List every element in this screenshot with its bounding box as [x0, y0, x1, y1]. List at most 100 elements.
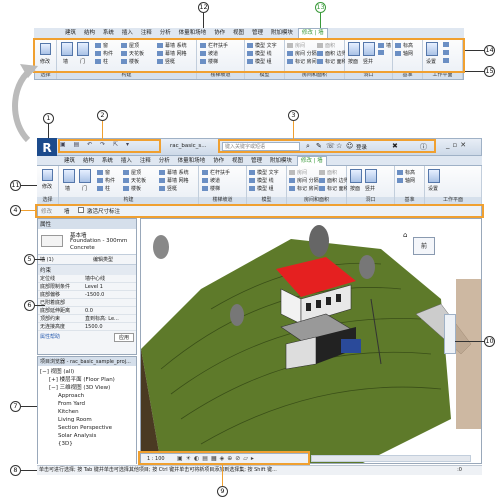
main-set-icon[interactable] — [428, 169, 440, 183]
tab-modify-wall[interactable]: 修改 | 墙 — [297, 28, 328, 38]
app-logo[interactable]: R — [37, 138, 57, 158]
panel-title-opening: 洞口 — [345, 72, 392, 79]
property-row[interactable]: 顶部约束 直到标高: Le... — [38, 315, 136, 323]
main-level-item[interactable]: 标高 — [397, 169, 415, 176]
type-selector[interactable]: 基本墙 Foundation - 300mm Concrete — [38, 229, 136, 255]
horizontal-scrollbar[interactable] — [311, 455, 471, 462]
tab-collaborate[interactable]: 协作 — [211, 29, 228, 38]
main-mullion-item[interactable]: 竖梃 — [159, 185, 177, 192]
property-row[interactable]: 已附着底部 — [38, 299, 136, 307]
main-tab-annotate[interactable]: 注释 — [137, 157, 154, 166]
property-value[interactable]: 1500.0 — [83, 323, 136, 330]
main-tab-massing-site[interactable]: 体量和场地 — [175, 157, 209, 166]
property-row[interactable]: 底部延伸距离 0.0 — [38, 307, 136, 315]
main-panel-room-area: 房间 房间 分隔 标记 房间 面积 面积 边界 标记 面积 房间和面积 — [287, 166, 349, 204]
properties-help-link[interactable]: 属性帮助 — [40, 333, 60, 342]
tab-massing-site[interactable]: 体量和场地 — [176, 29, 210, 38]
browser-tree-item[interactable]: Living Room — [40, 416, 134, 424]
browser-tree-item[interactable]: [−] 三维视图 (3D View) — [40, 384, 134, 392]
edit-type-button[interactable]: 编辑类型 — [93, 256, 113, 263]
main-model-group-item[interactable]: 模型 组 — [249, 185, 274, 192]
property-row[interactable]: 无连接高度 1500.0 — [38, 323, 136, 331]
main-ramp-item[interactable]: 坡道 — [202, 177, 220, 184]
main-stair-item[interactable]: 楼梯 — [202, 185, 220, 192]
tab-insert[interactable]: 插入 — [119, 29, 136, 38]
property-value[interactable]: 墙中心线 — [83, 275, 136, 282]
main-roof-item[interactable]: 屋顶 — [123, 169, 141, 176]
main-modify-icon[interactable] — [42, 169, 53, 181]
viewcube[interactable]: 前 — [413, 237, 435, 255]
status-bar: 单击可进行选择; 按 Tab 键并单击可选择其他项目; 按 Ctrl 键并单击可… — [37, 465, 482, 475]
property-value[interactable]: -1500.0 — [83, 291, 136, 298]
main-component-item[interactable]: 构件 — [97, 177, 115, 184]
browser-tree-item[interactable]: [−] 视图 (all) — [40, 368, 134, 376]
tab-addins[interactable]: 附加模块 — [268, 29, 296, 38]
main-tab-systems[interactable]: 系统 — [99, 157, 116, 166]
callout-10: 10 — [484, 336, 495, 347]
main-railing-item[interactable]: 栏杆扶手 — [202, 169, 230, 176]
browser-tree-item[interactable]: Kitchen — [40, 408, 134, 416]
tab-systems[interactable]: 系统 — [100, 29, 117, 38]
property-row[interactable]: 底部偏移 -1500.0 — [38, 291, 136, 299]
tab-view[interactable]: 视图 — [230, 29, 247, 38]
window-controls[interactable]: _▫✕ — [446, 141, 469, 149]
main-tab-addins[interactable]: 附加模块 — [267, 157, 295, 166]
main-wall-icon[interactable] — [63, 169, 75, 183]
main-door-icon[interactable] — [79, 169, 91, 183]
main-window-item[interactable]: 窗 — [97, 169, 110, 176]
main-tab-manage[interactable]: 管理 — [248, 157, 265, 166]
main-floor-item[interactable]: 楼板 — [123, 185, 141, 192]
browser-tree-item[interactable]: From Yard — [40, 400, 134, 408]
instance-selector[interactable]: 墙 (1) — [38, 256, 93, 263]
tab-manage[interactable]: 管理 — [249, 29, 266, 38]
panel-title-workplane: 工作平面 — [423, 72, 462, 79]
browser-tree-item[interactable]: Solar Analysis — [40, 432, 134, 440]
drawing-area[interactable]: 前 ⌂ 1 : 100 ▣☀◐▤▦◈⊕⊘▱▸ — [140, 218, 482, 464]
tab-structure[interactable]: 结构 — [81, 29, 98, 38]
property-value[interactable]: 0.0 — [83, 307, 136, 314]
browser-tree-item[interactable]: {3D} — [40, 440, 134, 448]
main-tag-area-item[interactable]: 标记 面积 — [319, 185, 349, 192]
main-by-face-icon[interactable] — [350, 169, 362, 183]
main-tab-view[interactable]: 视图 — [229, 157, 246, 166]
browser-tree-item[interactable]: Approach — [40, 392, 134, 400]
main-tab-analyze[interactable]: 分析 — [156, 157, 173, 166]
tree-expander-icon[interactable]: [−] — [49, 385, 60, 391]
main-room-item[interactable]: 房间 — [289, 169, 307, 176]
main-tab-structure[interactable]: 结构 — [80, 157, 97, 166]
main-shaft-icon[interactable] — [365, 169, 377, 183]
main-grid-item[interactable]: 轴网 — [397, 177, 415, 184]
main-curtain-grid-item[interactable]: 幕墙 网格 — [159, 177, 189, 184]
main-tab-insert[interactable]: 插入 — [118, 157, 135, 166]
browser-tree-item[interactable]: Section Perspective — [40, 424, 134, 432]
property-row[interactable]: 底部限制条件 Level 1 — [38, 283, 136, 291]
tab-annotate[interactable]: 注释 — [138, 29, 155, 38]
main-tab-collaborate[interactable]: 协作 — [210, 157, 227, 166]
navigation-bar[interactable] — [444, 314, 456, 354]
tree-expander-icon[interactable]: [−] — [40, 369, 51, 375]
highlight-zoomed-panels — [33, 38, 465, 73]
main-model-line-item[interactable]: 模型 线 — [249, 177, 274, 184]
property-value[interactable] — [83, 299, 136, 306]
property-value[interactable]: 直到标高: Le... — [83, 315, 136, 322]
main-model-text-item[interactable]: 模型 文字 — [249, 169, 279, 176]
tab-analyze[interactable]: 分析 — [157, 29, 174, 38]
home-icon[interactable]: ⌂ — [403, 231, 407, 239]
main-room-separator-item[interactable]: 房间 分隔 — [289, 177, 319, 184]
property-row[interactable]: 定位线 墙中心线 — [38, 275, 136, 283]
leader-3 — [293, 121, 294, 139]
apply-button[interactable]: 应用 — [113, 333, 134, 342]
main-ceiling-item[interactable]: 天花板 — [123, 177, 146, 184]
tab-architecture[interactable]: 建筑 — [62, 29, 79, 38]
main-curtain-system-item[interactable]: 幕墙 系统 — [159, 169, 189, 176]
tree-expander-icon[interactable]: [+] — [49, 377, 60, 383]
property-value[interactable]: Level 1 — [83, 283, 136, 290]
main-tab-architecture[interactable]: 建筑 — [61, 157, 78, 166]
main-area-boundary-item[interactable]: 面积 边界 — [319, 177, 349, 184]
callout-6: 6 — [24, 300, 35, 311]
browser-tree-item[interactable]: [+] 楼层平面 (Floor Plan) — [40, 376, 134, 384]
main-area-item[interactable]: 面积 — [319, 169, 337, 176]
main-column-item[interactable]: 柱 — [97, 185, 110, 192]
main-tab-modify-wall[interactable]: 修改 | 墙 — [296, 156, 327, 166]
main-tag-room-item[interactable]: 标记 房间 — [289, 185, 319, 192]
